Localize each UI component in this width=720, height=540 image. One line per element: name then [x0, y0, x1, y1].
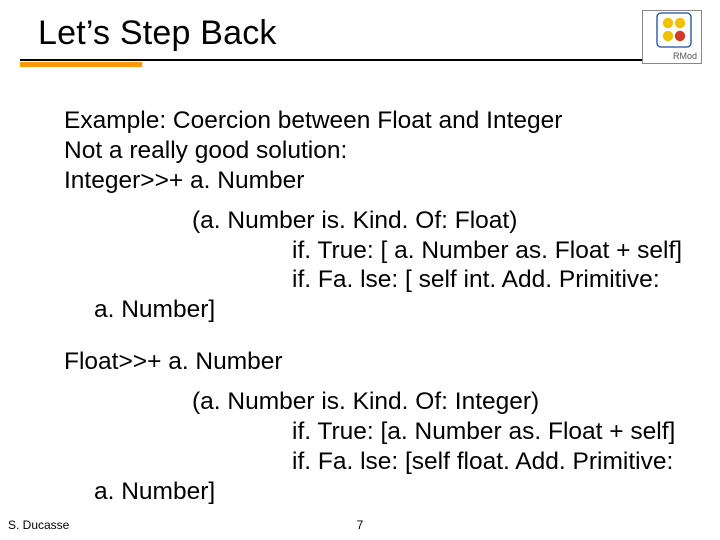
logo-label: RMod: [673, 51, 697, 61]
float-header: Float>>+ a. Number: [64, 347, 690, 377]
block1-close: a. Number]: [64, 295, 690, 325]
block1-test: (a. Number is. Kind. Of: Float): [64, 206, 690, 236]
slide-title: Let’s Step Back: [38, 14, 640, 53]
underline-orange: [20, 62, 142, 67]
block1-true: if. True: [ a. Number as. Float + self]: [64, 236, 690, 266]
rmod-logo: RMod: [642, 10, 702, 64]
intro-line-2: Not a really good solution:: [64, 136, 690, 166]
rmod-logo-icon: [643, 11, 701, 51]
slide: Let’s Step Back RMod Example: Coercion b…: [0, 0, 720, 540]
intro-line-1: Example: Coercion between Float and Inte…: [64, 106, 690, 136]
footer-page-number: 7: [0, 518, 720, 532]
block2-test: (a. Number is. Kind. Of: Integer): [64, 387, 690, 417]
intro-line-3: Integer>>+ a. Number: [64, 166, 690, 196]
title-area: Let’s Step Back: [38, 14, 640, 65]
block1-false: if. Fa. lse: [ self int. Add. Primitive:: [64, 265, 690, 295]
block2-true: if. True: [a. Number as. Float + self]: [64, 417, 690, 447]
block2-close: a. Number]: [64, 477, 690, 507]
slide-body: Example: Coercion between Float and Inte…: [64, 106, 690, 507]
block2-false: if. Fa. lse: [self float. Add. Primitive…: [64, 447, 690, 477]
underline-black: [20, 59, 650, 61]
title-underline: [20, 59, 650, 65]
